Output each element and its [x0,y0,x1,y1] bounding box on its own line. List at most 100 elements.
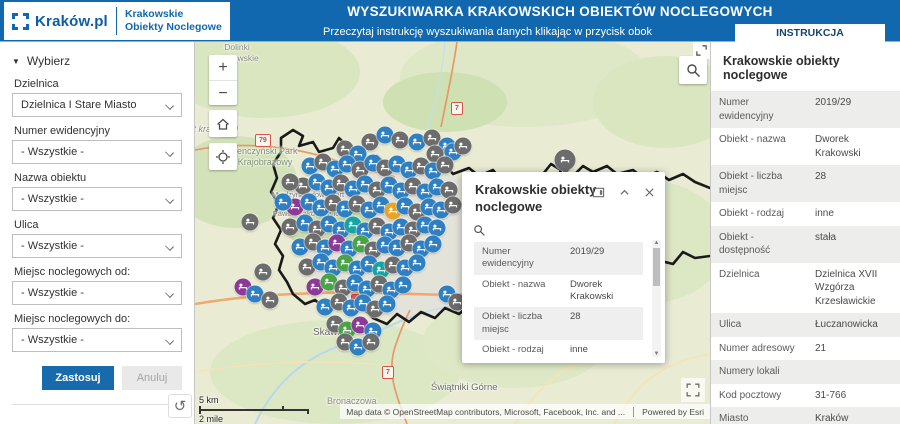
zoom-out-button[interactable]: − [209,81,237,106]
caret-down-icon: ▼ [12,56,20,66]
object-name-select[interactable]: - Wszystkie - [12,187,182,211]
beds-from-select[interactable]: - Wszystkie - [12,281,182,305]
home-button[interactable] [209,110,237,137]
reg-number-select[interactable]: - Wszystkie - [12,140,182,164]
scale-km-label: 5 km [199,395,219,405]
map-marker[interactable] [362,333,380,351]
street-select[interactable]: - Wszystkie - [12,234,182,258]
table-row: Numery lokali [711,360,900,384]
zoom-in-button[interactable]: + [209,55,237,80]
field-value: inne [815,208,834,219]
map-marker[interactable] [428,219,446,237]
fullscreen-button[interactable] [681,378,705,402]
scale-mile-label: 2 mile [199,414,224,424]
reg-number-label: Numer ewidencyjny [14,125,110,137]
close-button[interactable] [644,186,655,199]
scrollbar-thumb[interactable] [653,248,660,286]
locate-button[interactable] [209,143,237,170]
field-label: Obiekt - rodzaj [482,344,544,356]
table-row: Obiekt - nazwa Dworek Krakowski [711,128,900,165]
street-label: Ulica [14,219,39,231]
popup-title: Krakowskie obiekty noclegowe [475,182,597,214]
field-label: Obiekt - liczba miejsc [482,311,543,335]
road-badge-7-south: 7 [382,366,394,379]
field-label: Kod pocztowy [719,389,782,401]
expand-corner-icon [696,45,707,56]
beds-to-select[interactable]: - Wszystkie - [12,328,182,352]
page-subtitle: Przeczytaj instrukcję wyszukiwania danyc… [323,26,652,38]
field-label: Obiekt - dostępność [719,231,771,257]
reg-number-select-value: - Wszystkie - [21,146,84,158]
collapse-corner-button[interactable] [693,42,710,59]
table-row: Obiekt - liczba miejsc 28 [711,165,900,202]
field-label: Obiekt - liczba miejsc [719,171,783,196]
chevron-down-icon [165,148,174,157]
zoom-to-feature-button[interactable] [473,224,486,237]
powered-by-esri[interactable]: Powered by Esri [633,406,704,417]
field-value: Dworek Krakowski [815,134,861,159]
sidebar-divider [12,404,182,405]
map-search-button[interactable] [679,56,707,84]
field-value: Dworek Krakowski [570,278,614,303]
magnifier-icon [474,225,485,236]
object-name-select-value: - Wszystkie - [21,193,84,205]
field-label: Numery lokali [719,366,780,377]
collapse-button[interactable] [619,186,630,199]
field-value: 28 [815,171,827,182]
field-value [807,360,900,384]
popup-scrollbar[interactable]: ▲ ▼ [652,240,661,357]
table-row: Obiekt - nazwa Dworek Krakowski [474,275,643,308]
map-marker[interactable] [281,173,299,191]
attribution-text: Map data © OpenStreetMap contributors, M… [346,406,626,417]
cancel-button[interactable]: Anuluj [122,366,182,390]
map-marker[interactable] [454,137,472,155]
district-label: Dzielnica [14,78,59,90]
map-marker[interactable] [436,156,454,174]
refresh-button[interactable]: ↺ [168,394,192,418]
logo[interactable]: Kraków.pl Krakowskie Obiekty Noclegowe [4,2,230,40]
table-row: Obiekt - liczba miejsc 28 [474,307,643,341]
district-select[interactable]: Dzielnica I Stare Miasto [12,93,182,117]
table-row: Obiekt - rodzaj inne [474,340,643,359]
map-marker[interactable] [261,291,279,309]
logo-divider [115,7,117,35]
map-marker-selected[interactable] [554,149,576,175]
field-value: stała [815,231,837,243]
locate-icon [216,149,230,164]
expander-label: Wybierz [26,54,71,68]
field-value: inne [570,344,588,356]
table-row: Numer ewidencyjny 2019/29 [474,242,643,275]
district-select-value: Dzielnica I Stare Miasto [21,99,137,111]
map-marker[interactable] [254,263,272,281]
map-marker[interactable] [241,213,259,231]
field-label: Dzielnica [719,268,760,280]
logo-subtitle-line1: Krakowskie [124,8,184,21]
chevron-down-icon [165,336,174,345]
map-marker[interactable] [394,276,412,294]
map-marker[interactable] [424,235,442,253]
beds-from-select-value: - Wszystkie - [21,287,84,299]
instruction-button[interactable]: INSTRUKCJA [735,24,885,42]
table-row: Miasto Kraków [711,407,900,424]
map-marker[interactable] [408,254,426,272]
chevron-down-icon [165,101,174,110]
map-attribution: Map data © OpenStreetMap contributors, M… [340,404,710,419]
apply-button[interactable]: Zastosuj [42,366,114,390]
field-value: Kraków [815,413,849,424]
object-name-label: Nazwa obiektu [14,172,87,184]
feature-popup: Krakowskie obiekty noclegowe Numer ewide… [462,172,665,363]
map-marker[interactable] [378,295,396,313]
map-marker[interactable] [274,193,292,211]
logo-text: Kraków.pl [35,12,108,30]
field-label: Obiekt - rodzaj [719,208,785,219]
chevron-up-icon [620,189,629,195]
map-marker[interactable] [391,131,409,149]
table-row: Numer adresowy 21 [711,337,900,361]
map-canvas[interactable]: Dolinki Krakowskie Powiat krakowski Tenc… [195,42,710,424]
field-label: Obiekt - nazwa [482,278,546,290]
filters-expander[interactable]: ▼ Wybierz [12,54,182,68]
scroll-up-icon: ▲ [653,240,660,246]
field-value: Dzielnica XVII Wzgórza Krzesławickie [815,268,878,307]
dock-button[interactable] [592,186,605,199]
map-marker[interactable] [444,196,462,214]
